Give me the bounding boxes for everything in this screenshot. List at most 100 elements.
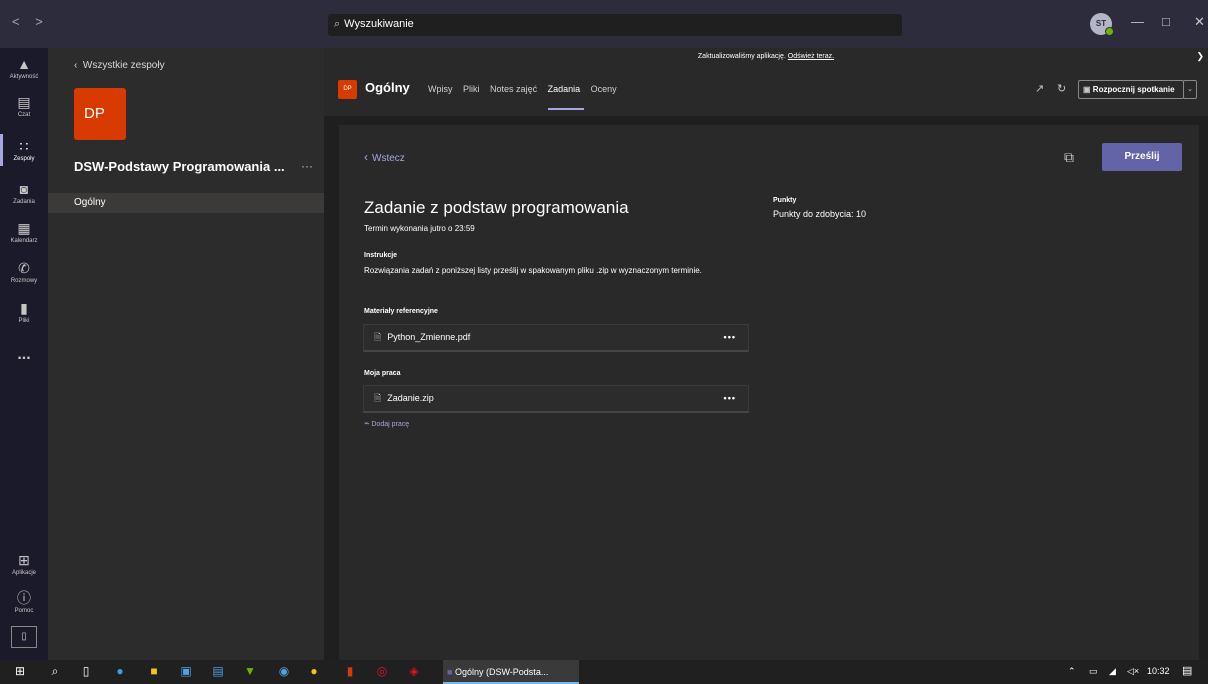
store-icon[interactable]: ▣: [178, 664, 194, 678]
windows-start-icon[interactable]: ⊞: [12, 664, 28, 678]
back-button[interactable]: ‹ Wstecz: [364, 150, 405, 164]
tray-chevron-up-icon[interactable]: ⌃: [1068, 666, 1076, 677]
chevron-down-icon[interactable]: ⌄: [1183, 80, 1197, 99]
teams-app-icon: ■: [447, 667, 453, 677]
paperclip-icon: ⌁: [364, 418, 370, 428]
rail-teams[interactable]: ∷ Zespoły: [0, 134, 48, 166]
refresh-icon[interactable]: ↻: [1057, 82, 1066, 95]
presence-status-icon: [1105, 27, 1114, 36]
team-name: DSW-Podstawy Programowania ...: [74, 159, 285, 174]
team-panel: ‹ Wszystkie zespoły DP DSW-Podstawy Prog…: [48, 48, 324, 660]
channel-title: Ogólny: [365, 80, 410, 95]
device-icon: ▯: [11, 626, 37, 648]
volume-icon[interactable]: ◁×: [1127, 666, 1139, 677]
search-value: Wyszukiwanie: [344, 18, 414, 30]
files-icon: ▮: [20, 300, 28, 316]
reference-heading: Materiały referencyjne: [364, 308, 438, 315]
title-bar: < > ⌕ Wyszukiwanie ST — □ ✕: [0, 0, 1208, 48]
search-input[interactable]: ⌕ Wyszukiwanie: [328, 14, 902, 36]
rail-activity[interactable]: ▲ Aktywność: [0, 56, 48, 80]
apps-icon: ⊞: [18, 552, 30, 568]
rail-assignments-label: Zadania: [13, 199, 35, 205]
tab-class-notebook[interactable]: Notes zajęć: [490, 84, 537, 94]
chat-icon: ▤: [17, 94, 31, 110]
opera-icon[interactable]: ◎: [374, 664, 390, 678]
back-label: Wstecz: [372, 153, 405, 164]
submit-button[interactable]: Prześlij: [1102, 143, 1182, 171]
tab-files[interactable]: Pliki: [463, 84, 480, 94]
rail-more-button[interactable]: ...: [0, 346, 48, 364]
instructions-heading: Instrukcje: [364, 252, 398, 259]
explorer-icon[interactable]: ■: [146, 664, 162, 678]
rail-calls-label: Rozmowy: [10, 278, 38, 284]
all-teams-label: Wszystkie zespoły: [82, 60, 165, 71]
assignments-icon: ◙: [19, 181, 29, 197]
search-icon[interactable]: ⌕: [47, 664, 63, 678]
rail-help[interactable]: ⓘ Pomoc: [0, 590, 48, 614]
all-teams-link[interactable]: ‹ Wszystkie zespoły: [74, 60, 165, 71]
rail-assignments[interactable]: ◙ Zadania: [0, 181, 48, 205]
rail-calendar[interactable]: ▦ Kalendarz: [0, 220, 48, 244]
reference-file-card[interactable]: 🗎 Python_Zmienne.pdf •••: [363, 324, 749, 352]
phone-icon: ✆: [18, 260, 30, 276]
rail-teams-label: Zespoły: [13, 156, 35, 162]
start-meeting-label: Rozpocznij spotkanie: [1092, 85, 1175, 94]
tab-grades[interactable]: Oceny: [591, 84, 617, 94]
rail-chat[interactable]: ▤ Czat: [0, 94, 48, 118]
maximize-button[interactable]: □: [1162, 14, 1170, 29]
zip-file-icon: 🗎: [374, 393, 382, 403]
my-work-file-name: Zadanie.zip: [387, 393, 434, 403]
nav-back-icon[interactable]: <: [12, 14, 26, 29]
channel-tabs: Wpisy Pliki Notes zajęć Zadania Oceny: [428, 84, 625, 110]
banner-text: Zaktualizowaliśmy aplikację.: [697, 53, 786, 60]
rail-apps[interactable]: ⊞ Aplikacje: [0, 552, 48, 576]
edge-icon[interactable]: ●: [112, 664, 128, 678]
channel-header: DP Ogólny Wpisy Pliki Notes zajęć Zadani…: [324, 65, 1208, 117]
close-icon[interactable]: ❯: [1196, 48, 1204, 65]
chevron-left-icon: ‹: [364, 150, 368, 164]
office-icon[interactable]: ▮: [342, 664, 358, 678]
wifi-icon[interactable]: ◢: [1109, 666, 1116, 677]
close-button[interactable]: ✕: [1194, 14, 1205, 30]
rail-files[interactable]: ▮ Pliki: [0, 300, 48, 324]
taskbar-teams-task[interactable]: ■ Ogólny (DSW-Podsta...: [443, 660, 579, 684]
expand-icon[interactable]: ↗: [1035, 82, 1044, 95]
reference-file-name: Python_Zmienne.pdf: [387, 332, 471, 342]
points-value: Punkty do zdobycia: 10: [773, 209, 867, 219]
nav-forward-icon[interactable]: >: [35, 14, 49, 29]
add-work-button[interactable]: ⌁ Dodaj pracę: [364, 418, 409, 429]
help-icon: ⓘ: [17, 590, 31, 606]
camera-icon: ▣: [1083, 85, 1091, 94]
shield-icon[interactable]: ▼: [242, 664, 258, 678]
clock[interactable]: 10:32: [1147, 666, 1170, 676]
my-work-file-card[interactable]: 🗎 Zadanie.zip •••: [363, 385, 749, 413]
nav-arrows: < >: [12, 14, 49, 29]
update-banner: Zaktualizowaliśmy aplikację. Odśwież ter…: [324, 48, 1208, 65]
team-more-button[interactable]: ···: [301, 159, 313, 173]
rail-calls[interactable]: ✆ Rozmowy: [0, 260, 48, 284]
app-rail: ▲ Aktywność ▤ Czat ∷ Zespoły ◙ Zadania ▦…: [0, 48, 48, 660]
refresh-link[interactable]: Odśwież teraz.: [788, 53, 834, 60]
windows-taskbar: ⊞ ⌕ ▯ ● ■ ▣ ▤ ▼ ◉ ● ▮ ◎ ◈ ■ Ogólny (DSW-…: [0, 660, 1208, 684]
tab-assignments[interactable]: Zadania: [547, 84, 584, 110]
my-work-heading: Moja praca: [364, 370, 401, 377]
app-icon[interactable]: ◉: [276, 664, 292, 678]
bell-icon: ▲: [17, 56, 31, 72]
brave-icon[interactable]: ◈: [406, 664, 422, 678]
mail-icon[interactable]: ▤: [210, 664, 226, 678]
rail-device[interactable]: ▯: [0, 626, 48, 648]
notifications-icon[interactable]: ▤: [1182, 664, 1192, 677]
immersive-reader-icon[interactable]: ⧉: [1064, 149, 1074, 166]
tab-posts[interactable]: Wpisy: [428, 84, 453, 94]
start-meeting-button[interactable]: ▣ Rozpocznij spotkanie: [1078, 80, 1184, 99]
task-view-icon[interactable]: ▯: [78, 664, 94, 678]
channel-item-general[interactable]: Ogólny: [48, 193, 324, 213]
more-options-button[interactable]: •••: [724, 386, 736, 410]
minimize-button[interactable]: —: [1131, 14, 1144, 29]
chrome-icon[interactable]: ●: [306, 664, 322, 678]
rail-chat-label: Czat: [17, 112, 31, 118]
more-options-button[interactable]: •••: [724, 325, 736, 349]
battery-icon[interactable]: ▭: [1089, 666, 1098, 677]
instructions-text: Rozwiązania zadań z poniższej listy prze…: [364, 266, 702, 275]
teams-window: < > ⌕ Wyszukiwanie ST — □ ✕ ▲ Aktywność ▤…: [0, 0, 1208, 684]
